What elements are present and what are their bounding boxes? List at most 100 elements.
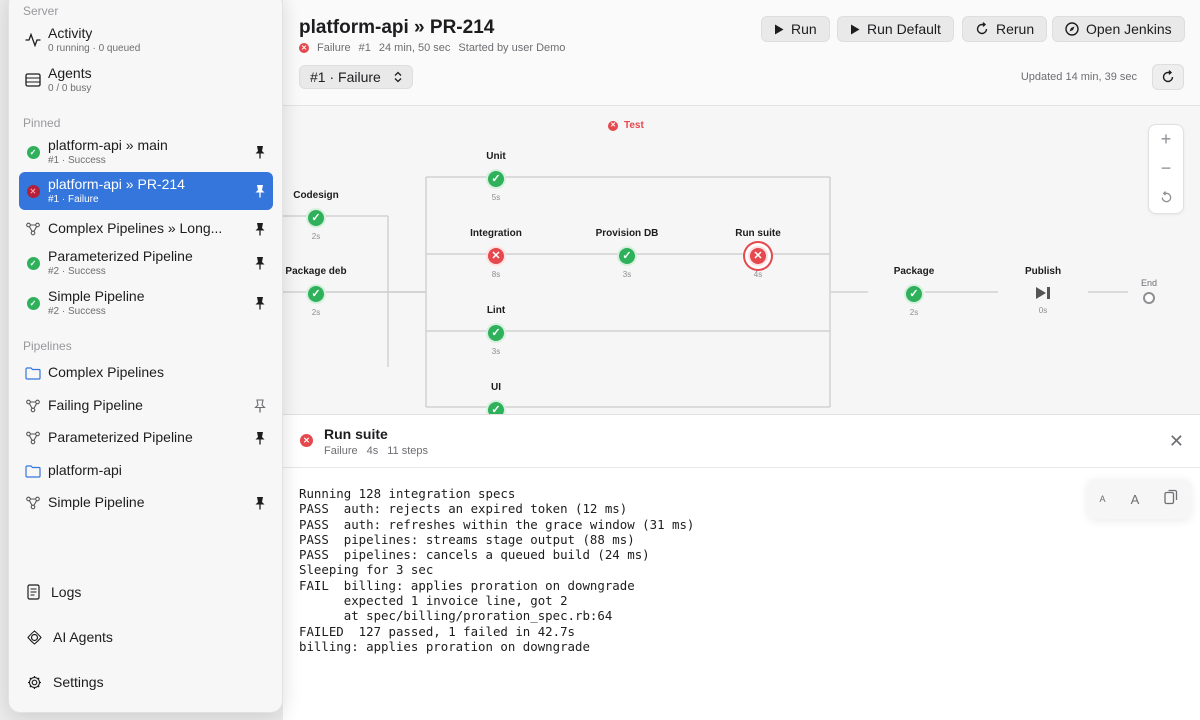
log-output: Running 128 integration specs PASS auth: … bbox=[299, 486, 694, 654]
pinned-item-platform-api-pr-214[interactable]: ✕ platform-api » PR-214 #1 · Failure bbox=[19, 172, 273, 210]
increase-font-button[interactable]: A bbox=[1131, 492, 1140, 507]
stage-integration[interactable]: Integration ✕ 8s bbox=[446, 228, 546, 279]
stage-group-test: ✕ Test bbox=[608, 120, 644, 131]
server-rack-icon bbox=[25, 72, 41, 88]
success-icon: ✓ bbox=[904, 284, 924, 304]
pipeline-icon bbox=[25, 398, 41, 414]
failure-icon: ✕ bbox=[26, 184, 40, 198]
pinned-item-complex-pipelines-long[interactable]: Complex Pipelines » Long... bbox=[19, 216, 273, 242]
folder-icon bbox=[25, 463, 41, 479]
rerun-button[interactable]: Rerun bbox=[962, 16, 1048, 42]
pin-icon[interactable] bbox=[253, 296, 267, 310]
zoom-in-icon[interactable]: + bbox=[1161, 129, 1172, 150]
zoom-out-icon[interactable]: − bbox=[1161, 158, 1172, 179]
log-line: FAILED 127 passed, 1 failed in 42.7s bbox=[299, 623, 576, 639]
open-jenkins-button[interactable]: Open Jenkins bbox=[1052, 16, 1185, 42]
log-line: PASS pipelines: streams stage output (88… bbox=[299, 531, 635, 547]
pipeline-item-platform-api[interactable]: platform-api bbox=[19, 458, 273, 484]
sidebar-item-logs[interactable]: Logs bbox=[27, 584, 81, 600]
stage-provision-db[interactable]: Provision DB ✓ 3s bbox=[577, 228, 677, 279]
section-header-pinned: Pinned bbox=[23, 116, 61, 130]
pin-icon[interactable] bbox=[253, 184, 267, 198]
sidebar-item-settings[interactable]: Settings bbox=[27, 674, 104, 690]
pipeline-item-simple-pipeline[interactable]: Simple Pipeline bbox=[19, 490, 273, 516]
stage-unit[interactable]: Unit ✓ 5s bbox=[446, 151, 546, 202]
page-title: platform-api » PR-214 bbox=[299, 17, 495, 38]
stage-package[interactable]: Package ✓ 2s bbox=[864, 266, 964, 317]
sidebar-item-activity[interactable]: Activity 0 running · 0 queued bbox=[19, 23, 273, 57]
run-button[interactable]: Run bbox=[761, 16, 830, 42]
pinned-item-platform-api-main[interactable]: ✓ platform-api » main #1 · Success bbox=[19, 134, 273, 170]
sidebar-item-ai-agents[interactable]: AI Agents bbox=[27, 629, 113, 645]
header-bar: platform-api » PR-214 ✕ Failure #1 24 mi… bbox=[283, 0, 1200, 106]
pipeline-item-parameterized-pipeline[interactable]: Parameterized Pipeline bbox=[19, 425, 273, 451]
end-node-icon bbox=[1143, 292, 1155, 304]
log-panel-meta: Failure 4s 11 steps bbox=[324, 445, 429, 457]
log-line: PASS pipelines: cancels a queued build (… bbox=[299, 547, 650, 563]
failure-status-icon: ✕ bbox=[608, 120, 618, 131]
pipeline-icon bbox=[25, 495, 41, 511]
copy-icon[interactable] bbox=[1164, 489, 1178, 510]
rerun-icon bbox=[976, 22, 988, 35]
skip-forward-icon bbox=[1034, 284, 1052, 302]
success-icon: ✓ bbox=[26, 296, 40, 310]
log-toolbar: A A bbox=[1087, 479, 1191, 519]
stage-run-suite[interactable]: Run suite ✕ 4s bbox=[708, 228, 808, 279]
success-icon: ✓ bbox=[486, 169, 506, 189]
gear-icon bbox=[28, 675, 41, 689]
reset-zoom-icon[interactable] bbox=[1160, 188, 1173, 209]
log-line: PASS auth: refreshes within the grace wi… bbox=[299, 516, 695, 532]
section-header-pipelines: Pipelines bbox=[23, 339, 72, 353]
success-icon: ✓ bbox=[306, 208, 326, 228]
folder-icon bbox=[25, 365, 41, 381]
stage-end: End bbox=[1099, 278, 1199, 304]
log-line: FAIL billing: applies proration on downg… bbox=[299, 577, 635, 593]
success-icon: ✓ bbox=[486, 323, 506, 343]
sidebar: Server Activity 0 running · 0 queued Age… bbox=[8, 0, 283, 713]
failure-icon: ✕ bbox=[486, 246, 506, 266]
log-line: Sleeping for 3 sec bbox=[299, 562, 434, 578]
close-icon[interactable]: ✕ bbox=[1169, 432, 1184, 450]
chevron-up-down-icon bbox=[394, 71, 402, 83]
decrease-font-button[interactable]: A bbox=[1100, 494, 1106, 504]
pipeline-graph: ✕ Test Codesign ✓ 2s Package deb ✓ 2s Un… bbox=[283, 107, 1200, 420]
pin-icon[interactable] bbox=[253, 256, 267, 270]
pin-icon[interactable] bbox=[253, 431, 267, 445]
ai-agent-icon bbox=[27, 629, 42, 645]
play-icon bbox=[851, 24, 860, 34]
pipeline-item-failing-pipeline[interactable]: Failing Pipeline bbox=[19, 393, 273, 419]
updated-timestamp: Updated 14 min, 39 sec bbox=[1020, 71, 1137, 83]
build-summary: ✕ Failure #1 24 min, 50 sec Started by u… bbox=[299, 42, 565, 54]
section-header-server: Server bbox=[23, 4, 59, 18]
success-icon: ✓ bbox=[26, 256, 40, 270]
pin-icon[interactable] bbox=[253, 222, 267, 236]
compass-icon bbox=[1065, 22, 1079, 36]
stage-publish[interactable]: Publish 0s bbox=[993, 266, 1093, 315]
success-icon: ✓ bbox=[617, 246, 637, 266]
refresh-button[interactable] bbox=[1152, 64, 1184, 90]
unpinned-pin-icon[interactable] bbox=[253, 399, 267, 413]
failure-icon: ✕ bbox=[300, 434, 313, 447]
pin-icon[interactable] bbox=[253, 145, 267, 159]
stage-log-panel: ✕ Run suite Failure 4s 11 steps ✕ A A Ru… bbox=[283, 414, 1200, 720]
log-line: at spec/billing/proration_spec.rb:64 bbox=[299, 608, 613, 624]
stage-package-deb[interactable]: Package deb ✓ 2s bbox=[283, 266, 366, 317]
play-icon bbox=[775, 24, 784, 34]
pipeline-item-complex-pipelines[interactable]: Complex Pipelines bbox=[19, 360, 273, 386]
pin-icon[interactable] bbox=[253, 496, 267, 510]
pipeline-icon bbox=[25, 221, 41, 237]
run-selector[interactable]: #1 · Failure bbox=[299, 65, 413, 89]
build-number: #1 bbox=[358, 42, 371, 54]
stage-codesign[interactable]: Codesign ✓ 2s bbox=[283, 190, 366, 241]
log-line: Running 128 integration specs bbox=[299, 486, 516, 501]
pinned-item-simple-pipeline[interactable]: ✓ Simple Pipeline #2 · Success bbox=[19, 285, 273, 321]
success-icon: ✓ bbox=[26, 145, 40, 159]
pinned-item-parameterized-pipeline[interactable]: ✓ Parameterized Pipeline #2 · Success bbox=[19, 245, 273, 281]
stage-lint[interactable]: Lint ✓ 3s bbox=[446, 305, 546, 356]
sidebar-item-agents[interactable]: Agents 0 / 0 busy bbox=[19, 63, 273, 97]
log-panel-title: Run suite bbox=[324, 426, 388, 442]
zoom-controls: + − bbox=[1148, 124, 1184, 214]
run-default-button[interactable]: Run Default bbox=[837, 16, 954, 42]
failure-status-icon: ✕ bbox=[299, 43, 309, 53]
refresh-icon bbox=[1162, 70, 1174, 83]
